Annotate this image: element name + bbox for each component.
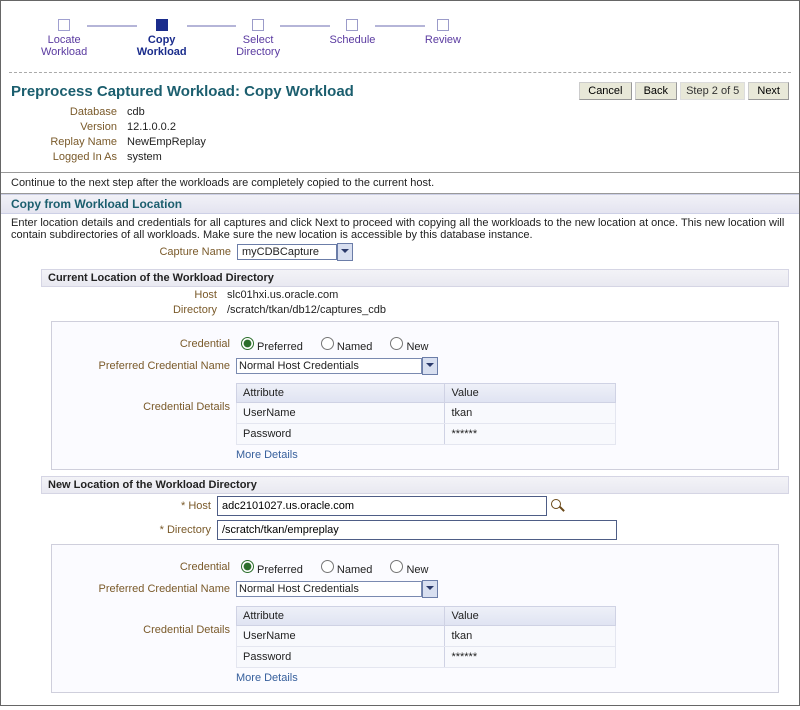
section-copy-desc: Enter location details and credentials f… (11, 217, 789, 241)
wizard-line (87, 25, 136, 27)
wizard-node-locate[interactable] (58, 19, 70, 31)
back-button[interactable]: Back (635, 82, 677, 100)
wizard-node-copy[interactable] (156, 19, 168, 31)
wizard-label[interactable]: Locate Workload (41, 34, 87, 58)
current-dir-value: /scratch/tkan/db12/captures_cdb (223, 304, 390, 317)
radio-new[interactable]: New (385, 564, 428, 576)
credential-box-new: Credential Preferred Named New Preferred… (51, 544, 779, 693)
meta-value-login: system (123, 151, 210, 164)
credential-details-table: Attribute Value UserNametkan Password***… (236, 606, 616, 668)
wizard-node-selectdir (252, 19, 264, 31)
radio-named[interactable]: Named (316, 564, 372, 576)
meta-value-replay: NewEmpReplay (123, 136, 210, 149)
wizard-line (375, 25, 425, 27)
th-attribute: Attribute (237, 384, 445, 403)
wizard-label: Copy Workload (137, 34, 187, 58)
credential-radio-group: Preferred Named New (236, 334, 438, 353)
pref-cred-name-label: Preferred Credential Name (60, 360, 236, 372)
table-row: Password****** (237, 424, 616, 445)
meta-label-db: Database (13, 106, 121, 119)
next-button[interactable]: Next (748, 82, 789, 100)
chevron-down-icon[interactable] (337, 243, 353, 261)
meta-value-version: 12.1.0.0.2 (123, 121, 210, 134)
table-row: UserNametkan (237, 626, 616, 647)
credential-label: Credential (60, 561, 236, 573)
step-indicator: Step 2 of 5 (680, 82, 745, 100)
th-value: Value (445, 607, 616, 626)
new-dir-label: * Directory (71, 524, 217, 536)
subsection-new-title: New Location of the Workload Directory (41, 476, 789, 494)
section-copy-title: Copy from Workload Location (1, 194, 799, 214)
meta-label-login: Logged In As (13, 151, 121, 164)
current-host-label: Host (73, 289, 221, 302)
capture-name-label: Capture Name (71, 246, 237, 258)
search-icon[interactable] (551, 499, 565, 513)
wizard-label: Schedule (330, 34, 376, 46)
radio-new[interactable]: New (385, 341, 428, 353)
wizard-node-schedule (346, 19, 358, 31)
meta-label-version: Version (13, 121, 121, 134)
wizard-line (280, 25, 329, 27)
new-host-label: * Host (71, 500, 217, 512)
credential-box-current: Credential Preferred Named New Preferred… (51, 321, 779, 470)
wizard-line (187, 25, 236, 27)
th-attribute: Attribute (237, 607, 445, 626)
more-details-link[interactable]: More Details (236, 449, 298, 461)
pref-cred-name-select[interactable]: Normal Host Credentials (236, 358, 422, 374)
credential-radio-group: Preferred Named New (236, 557, 438, 576)
chevron-down-icon[interactable] (422, 357, 438, 375)
instruction-text: Continue to the next step after the work… (1, 172, 799, 194)
wizard-node-review (437, 19, 449, 31)
cred-details-label: Credential Details (60, 602, 236, 636)
credential-details-table: Attribute Value UserNametkan Password***… (236, 383, 616, 445)
page-actions: Cancel Back Step 2 of 5 Next (579, 82, 789, 100)
credential-label: Credential (60, 338, 236, 350)
table-row: Password****** (237, 647, 616, 668)
wizard-label: Select Directory (236, 34, 280, 58)
pref-cred-name-label: Preferred Credential Name (60, 583, 236, 595)
pref-cred-name-select[interactable]: Normal Host Credentials (236, 581, 422, 597)
current-location-table: Host slc01hxi.us.oracle.com Directory /s… (71, 287, 392, 319)
wizard-label: Review (425, 34, 461, 46)
more-details-link[interactable]: More Details (236, 672, 298, 684)
subsection-current-title: Current Location of the Workload Directo… (41, 269, 789, 287)
table-row: UserNametkan (237, 403, 616, 424)
radio-preferred[interactable]: Preferred (236, 341, 303, 353)
new-dir-input[interactable] (217, 520, 617, 540)
meta-label-replay: Replay Name (13, 136, 121, 149)
current-host-value: slc01hxi.us.oracle.com (223, 289, 390, 302)
header-metadata: Database cdb Version 12.1.0.0.2 Replay N… (11, 104, 212, 166)
chevron-down-icon[interactable] (422, 580, 438, 598)
radio-named[interactable]: Named (316, 341, 372, 353)
new-host-input[interactable] (217, 496, 547, 516)
capture-name-select[interactable]: myCDBCapture (237, 244, 337, 260)
wizard-train: Locate Workload Copy Workload Select Dir… (1, 1, 799, 68)
th-value: Value (445, 384, 616, 403)
meta-value-db: cdb (123, 106, 210, 119)
radio-preferred[interactable]: Preferred (236, 564, 303, 576)
current-dir-label: Directory (73, 304, 221, 317)
cred-details-label: Credential Details (60, 379, 236, 413)
cancel-button[interactable]: Cancel (579, 82, 631, 100)
